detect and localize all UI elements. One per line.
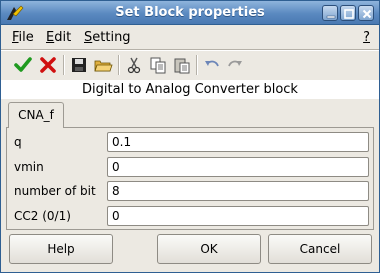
field-label-q: q <box>14 135 22 149</box>
redo-icon[interactable] <box>225 55 245 75</box>
paste-icon[interactable] <box>172 55 192 75</box>
toolbar-separator <box>118 55 120 75</box>
menu-help[interactable]: ? <box>363 30 370 45</box>
block-description: Digital to Analog Converter block <box>1 80 379 99</box>
minimize-button[interactable] <box>322 5 338 21</box>
cut-icon[interactable] <box>124 55 144 75</box>
field-label-number-of-bit: number of bit <box>14 184 96 198</box>
ok-button[interactable]: OK <box>157 234 261 264</box>
cc2-input[interactable]: 0 <box>107 206 369 226</box>
close-icon <box>362 9 372 19</box>
ok-check-icon[interactable] <box>13 55 33 75</box>
tab-cna-f[interactable]: CNA_f <box>8 102 64 128</box>
cancel-button[interactable]: Cancel <box>268 234 372 264</box>
vmin-input[interactable]: 0 <box>107 157 369 177</box>
menu-file-label: ile <box>18 30 34 45</box>
parameters-panel: q 0.1 vmin 0 number of bit 8 CC2 (0/1) 0 <box>6 127 374 230</box>
title-bar[interactable]: Set Block properties <box>1 1 379 25</box>
toolbar <box>1 51 379 79</box>
toolbar-separator <box>63 55 65 75</box>
field-label-cc2: CC2 (0/1) <box>14 209 71 223</box>
cancel-x-icon[interactable] <box>38 55 58 75</box>
toolbar-separator <box>196 55 198 75</box>
undo-icon[interactable] <box>202 55 222 75</box>
dialog-window: Set Block properties File Edit Setting ? <box>0 0 380 273</box>
menu-file[interactable]: File <box>12 30 34 45</box>
menu-setting[interactable]: Setting <box>84 30 131 45</box>
open-folder-icon[interactable] <box>93 55 113 75</box>
q-input[interactable]: 0.1 <box>107 132 369 152</box>
menu-edit-label: dit <box>54 30 72 45</box>
number-of-bit-input[interactable]: 8 <box>107 181 369 201</box>
field-label-vmin: vmin <box>14 160 44 174</box>
menu-bar: File Edit Setting ? <box>1 26 379 48</box>
menu-edit[interactable]: Edit <box>46 30 71 45</box>
maximize-button[interactable] <box>340 5 356 21</box>
save-icon[interactable] <box>69 55 89 75</box>
close-button[interactable] <box>358 5 374 21</box>
menu-edit-mnemonic: E <box>46 30 55 45</box>
maximize-icon <box>344 9 354 19</box>
menu-setting-label: etting <box>92 30 131 45</box>
minimize-icon <box>326 15 336 19</box>
help-button[interactable]: Help <box>9 234 113 264</box>
copy-icon[interactable] <box>148 55 168 75</box>
